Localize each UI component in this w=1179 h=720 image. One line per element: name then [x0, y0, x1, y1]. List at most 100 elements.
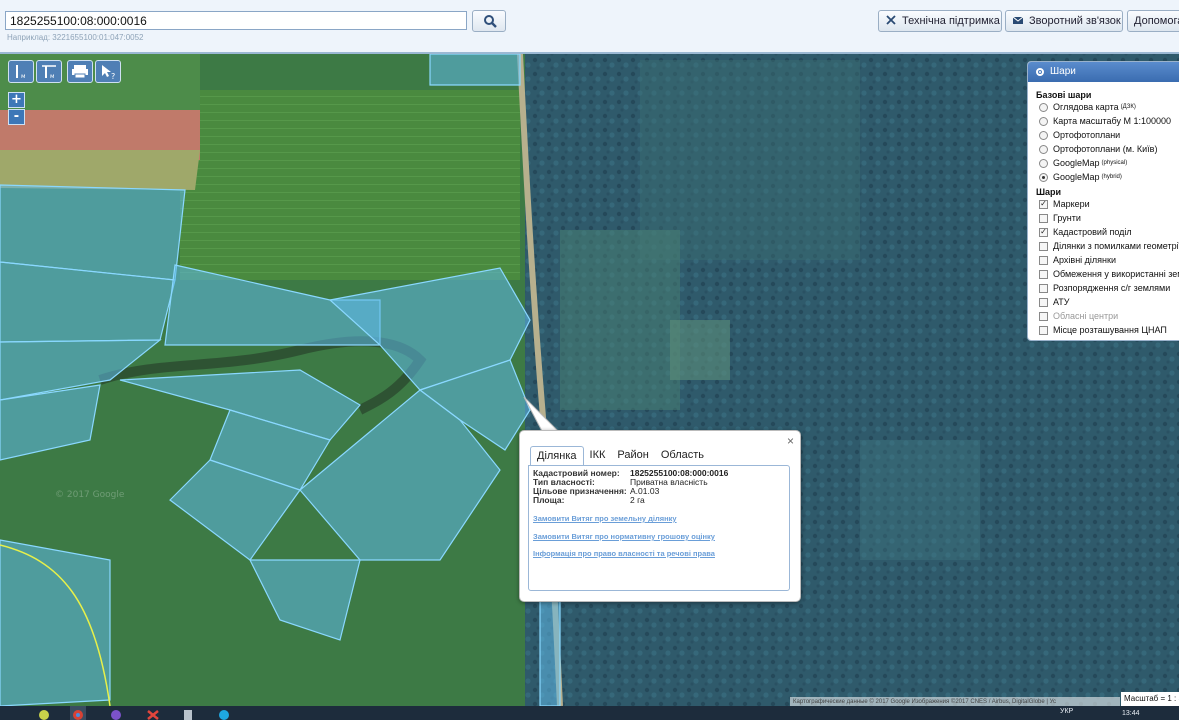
base-layer-option[interactable]: GoogleMap (hybrid)	[1039, 170, 1179, 184]
checkbox[interactable]	[1039, 255, 1048, 265]
radio-button[interactable]	[1039, 130, 1048, 140]
overlay-layer-option[interactable]: АТУ	[1039, 295, 1179, 309]
zoom-in-button[interactable]: +	[8, 92, 25, 108]
skype-icon[interactable]	[216, 706, 232, 720]
help-label: Допомога	[1134, 15, 1179, 27]
checkbox[interactable]	[1039, 269, 1048, 279]
order-valuation-link[interactable]: Замовити Витяг про нормативну грошову оц…	[533, 532, 715, 541]
checkbox	[1039, 311, 1048, 321]
layers-title: Шари	[1050, 66, 1076, 77]
close-icon[interactable]: ×	[787, 434, 794, 448]
base-layer-option[interactable]: Оглядова карта (ДЗК)	[1039, 100, 1179, 114]
parcel-details: Кадастровий номер: 1825255100:08:000:0016…	[528, 465, 790, 591]
overlay-layer-option[interactable]: Архівні ділянки	[1039, 253, 1179, 267]
overlay-layer-option[interactable]: Грунти	[1039, 211, 1179, 225]
layer-label: Карта масштабу М 1:100000	[1053, 116, 1172, 126]
svg-text:м: м	[50, 73, 55, 80]
field-purpose: Цільове призначення: A.01.03	[533, 487, 785, 496]
os-taskbar: УКР 13:44	[0, 706, 1179, 720]
overlay-layer-option[interactable]: Розпорядження с/г землями	[1039, 281, 1179, 295]
cadastral-search-input[interactable]	[5, 11, 467, 30]
base-layer-option[interactable]: GoogleMap (physical)	[1039, 156, 1179, 170]
close-app-icon[interactable]	[145, 706, 161, 720]
identify-button[interactable]: ?	[95, 60, 121, 83]
base-layer-option[interactable]: Ортофотоплани (м. Київ)	[1039, 142, 1179, 156]
tab-parcel[interactable]: Ділянка	[530, 446, 584, 466]
tab-ikk[interactable]: ІКК	[584, 446, 612, 465]
tray-language[interactable]: УКР	[1060, 708, 1073, 715]
layer-source-tag: (ДЗК)	[1120, 104, 1136, 110]
overlay-layer-option: Обласні центри	[1039, 309, 1179, 323]
files-icon[interactable]	[180, 706, 196, 720]
base-layer-option[interactable]: Карта масштабу М 1:100000	[1039, 114, 1179, 128]
satellite-imagery: © 2017 Google	[0, 54, 1179, 706]
overlay-layer-option[interactable]: Обмеження у використанні земель	[1039, 267, 1179, 281]
layer-label: Архівні ділянки	[1053, 255, 1116, 265]
layer-label: Грунти	[1053, 213, 1081, 223]
layer-label: Кадастровий поділ	[1053, 227, 1132, 237]
layer-label: АТУ	[1053, 297, 1070, 307]
checkbox[interactable]	[1039, 241, 1048, 251]
overlay-layer-option[interactable]: ✓ Маркери	[1039, 197, 1179, 211]
radio-button[interactable]	[1039, 144, 1048, 154]
order-extract-link[interactable]: Замовити Витяг про земельну ділянку	[533, 514, 677, 523]
radio-button[interactable]	[1039, 172, 1048, 182]
printer-icon	[72, 65, 88, 79]
tools-icon	[886, 15, 896, 25]
layer-label: GoogleMap	[1053, 158, 1100, 168]
overlay-layer-option[interactable]: ✓ Кадастровий поділ	[1039, 225, 1179, 239]
layers-panel: Шари Базові шари Оглядова карта (ДЗК) Карт…	[1027, 61, 1179, 341]
measure-length-button[interactable]: м	[8, 60, 34, 83]
base-layers-heading: Базові шари	[1036, 90, 1092, 100]
layer-label: Обласні центри	[1053, 311, 1119, 321]
help-button[interactable]: Допомога	[1127, 10, 1179, 32]
chrome-icon[interactable]	[70, 706, 86, 720]
checkbox[interactable]: ✓	[1039, 227, 1048, 237]
pointer-help-icon: ?	[102, 65, 115, 81]
layer-source-tag: (hybrid)	[1101, 174, 1122, 180]
radio-button[interactable]	[1039, 102, 1048, 112]
map-canvas[interactable]: © 2017 Google	[0, 54, 1179, 706]
checkbox[interactable]: ✓	[1039, 199, 1048, 209]
tab-region[interactable]: Область	[655, 446, 710, 465]
field-label: Площа:	[533, 495, 565, 505]
tray-clock[interactable]: 13:44	[1122, 710, 1140, 717]
overlay-layers-heading: Шари	[1036, 187, 1062, 197]
top-toolbar: Наприклад: 3221655100:01:047:0052 Техніч…	[0, 0, 1179, 54]
layers-panel-header[interactable]: Шари	[1028, 62, 1179, 82]
tech-support-button[interactable]: Технічна підтримка	[878, 10, 1002, 32]
layer-label: GoogleMap	[1053, 172, 1100, 182]
map-tools: м м ?	[8, 60, 121, 84]
layer-label: Ділянки з помилками геометрії	[1053, 241, 1179, 251]
checkbox[interactable]	[1039, 283, 1048, 293]
viber-icon[interactable]	[108, 706, 124, 720]
svg-text:?: ?	[111, 72, 115, 81]
layer-label: Маркери	[1053, 199, 1090, 209]
app-icon[interactable]	[36, 706, 52, 720]
print-button[interactable]	[67, 60, 93, 83]
envelope-icon	[1012, 16, 1024, 24]
checkbox[interactable]	[1039, 297, 1048, 307]
overlay-layer-option[interactable]: Ділянки з помилками геометрії	[1039, 239, 1179, 253]
zoom-out-button[interactable]: -	[8, 109, 25, 125]
search-button[interactable]	[472, 10, 506, 32]
checkbox[interactable]	[1039, 213, 1048, 223]
tab-district[interactable]: Район	[611, 446, 654, 465]
map-scale: Масштаб = 1 : 5 000	[1121, 692, 1179, 706]
layer-label: Ортофотоплани	[1053, 130, 1121, 140]
ownership-info-link[interactable]: Інформація про право власності та речові…	[533, 549, 715, 558]
field-area: Площа: 2 га	[533, 496, 785, 505]
parcel-info-popup: × Ділянка ІКК Район Область Кадастровий …	[519, 430, 801, 602]
checkbox[interactable]	[1039, 325, 1048, 335]
base-layer-option[interactable]: Ортофотоплани	[1039, 128, 1179, 142]
search-hint: Наприклад: 3221655100:01:047:0052	[7, 33, 144, 42]
overlay-layer-option[interactable]: Місце розташування ЦНАП	[1039, 323, 1179, 337]
feedback-button[interactable]: Зворотний зв'язок	[1005, 10, 1123, 32]
radio-button[interactable]	[1039, 158, 1048, 168]
zoom-control: + -	[8, 92, 26, 126]
field-value: 2 га	[630, 495, 645, 505]
measure-area-button[interactable]: м	[36, 60, 62, 83]
feedback-label: Зворотний зв'язок	[1029, 15, 1121, 27]
radio-button[interactable]	[1039, 116, 1048, 126]
layer-label: Ортофотоплани (м. Київ)	[1053, 144, 1158, 154]
